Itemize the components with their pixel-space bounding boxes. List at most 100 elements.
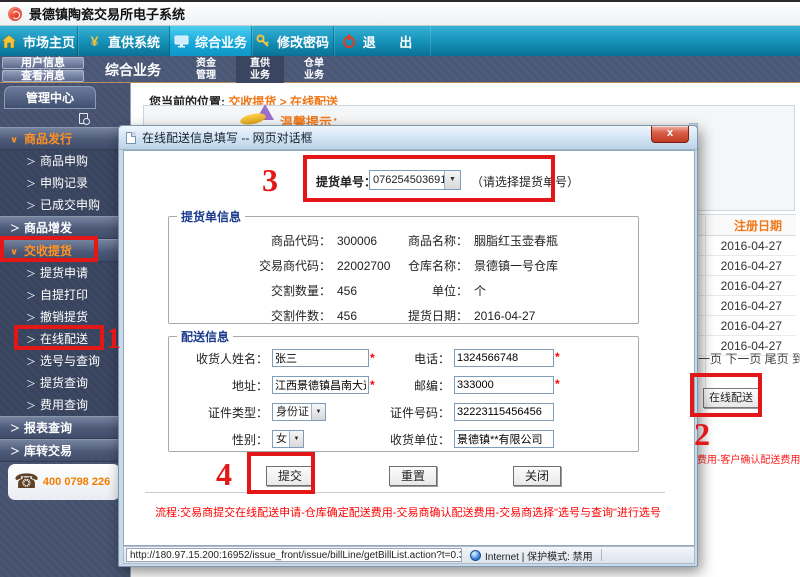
- sidebar-item-pickup-application[interactable]: ＞提货申请: [0, 262, 130, 284]
- consignee-company-input[interactable]: [454, 430, 554, 448]
- reset-button[interactable]: 重置: [389, 466, 437, 486]
- consignee-name-input[interactable]: [272, 349, 369, 367]
- field-label: 收货单位：: [384, 430, 450, 450]
- sidebar-item-fee-query[interactable]: ＞费用查询: [0, 394, 130, 416]
- delivery-info-fieldset: 配送信息 收货人姓名： * 电话： * 地址： * 邮编： * 证件类型： 身份…: [168, 328, 639, 452]
- dialog-title: 在线配送信息填写 -- 网页对话框: [142, 129, 313, 146]
- annotation-box-online-delivery-item: [14, 325, 104, 350]
- field-label: 单位：: [403, 281, 468, 302]
- hotline-number: 400 0798 226: [43, 476, 110, 488]
- yen-icon: ¥: [87, 34, 102, 49]
- sidebar-item-product-subscription[interactable]: ＞商品申购: [0, 150, 130, 172]
- nav-comprehensive-business[interactable]: 综合业务: [170, 26, 252, 56]
- app-title: 景德镇陶瓷交易所电子系统: [29, 4, 185, 23]
- field-value: 22002700: [331, 256, 403, 277]
- delivery-info-legend: 配送信息: [177, 328, 233, 345]
- user-info-button[interactable]: 用户信息: [2, 57, 84, 69]
- sidebar-group-report-query[interactable]: ＞报表查询: [0, 416, 130, 439]
- field-label: 证件类型：: [169, 403, 268, 423]
- field-label: 邮编：: [384, 376, 450, 396]
- id-number-field-wrap: [450, 403, 638, 423]
- consignee-company-field-wrap: [450, 430, 638, 450]
- annotation-number-2: 2: [694, 416, 710, 453]
- id-type-field-wrap: 身份证▼: [268, 403, 384, 423]
- field-value: 456: [331, 281, 403, 302]
- postcode-field-wrap: *: [450, 376, 638, 396]
- id-number-input[interactable]: [454, 403, 554, 421]
- nav-market-home[interactable]: 市场主页: [0, 26, 78, 56]
- postcode-input[interactable]: [454, 376, 554, 394]
- required-asterisk: *: [370, 351, 375, 365]
- sidebar-item-subscription-records[interactable]: ＞申购记录: [0, 172, 130, 194]
- bill-info-grid: 商品代码： 300006 商品名称： 胭脂红玉壶春瓶 交易商代码： 220027…: [169, 225, 638, 327]
- address-input[interactable]: [272, 376, 369, 394]
- gender-field-wrap: 女▼: [268, 430, 384, 450]
- annotation-number-1: 1: [106, 322, 121, 356]
- field-value: 2016-04-27: [468, 306, 638, 327]
- annotation-number-4: 4: [216, 456, 232, 493]
- sidebar-item-pickup-query[interactable]: ＞提货查询: [0, 372, 130, 394]
- field-label: 电话：: [384, 349, 450, 369]
- id-type-select[interactable]: 身份证▼: [272, 403, 326, 421]
- sidebar-group-warehouse-transfer-trade[interactable]: ＞库转交易: [0, 439, 130, 462]
- app-root: { "app": { "title": "景德镇陶瓷交易所电子系统" }, "c…: [0, 0, 800, 577]
- phone-field-wrap: *: [450, 349, 638, 369]
- field-value: 个: [468, 281, 638, 302]
- field-label: 交割件数：: [169, 306, 331, 327]
- view-messages-button[interactable]: 查看消息: [2, 70, 84, 82]
- close-button[interactable]: 关闭: [513, 466, 561, 486]
- sidebar-item-self-pickup-print[interactable]: ＞自提打印: [0, 284, 130, 306]
- power-icon: [342, 34, 357, 49]
- dialog-titlebar: 在线配送信息填写 -- 网页对话框: [119, 126, 697, 150]
- phone-input[interactable]: [454, 349, 554, 367]
- required-asterisk: *: [555, 350, 560, 364]
- sidebar-menu: ∨商品发行 ＞商品申购 ＞申购记录 ＞已成交申购 ＞商品增发 ∨交收提货 ＞提货…: [0, 127, 130, 462]
- tab-funds-management[interactable]: 资金管理: [182, 56, 230, 83]
- nav-logout[interactable]: 退 出: [334, 26, 430, 56]
- chevron-down-icon[interactable]: ▼: [311, 404, 325, 420]
- consignee-name-field-wrap: *: [268, 349, 384, 369]
- status-zone: Internet | 保护模式: 禁用: [485, 548, 593, 563]
- window-titlebar: 景德镇陶瓷交易所电子系统: [0, 0, 800, 26]
- field-label: 提货日期：: [403, 306, 468, 327]
- background-red-note: 费用-客户确认配送费用-查: [697, 451, 800, 466]
- phone-icon: ☎: [14, 472, 39, 492]
- divider: [601, 549, 602, 561]
- required-asterisk: *: [370, 378, 375, 392]
- sidebar-item-completed-subscriptions[interactable]: ＞已成交申购: [0, 194, 130, 216]
- dialog-statusbar: http://180.97.15.200:16952/issue_front/i…: [123, 546, 695, 564]
- annotation-number-3: 3: [262, 162, 278, 199]
- sidebar-header-management-center[interactable]: 管理中心: [4, 86, 96, 109]
- tab-warehouse-receipt-business[interactable]: 仓单业务: [290, 56, 338, 83]
- bill-info-fieldset: 提货单信息 商品代码： 300006 商品名称： 胭脂红玉壶春瓶 交易商代码： …: [168, 208, 639, 324]
- monitor-icon: [174, 34, 189, 49]
- home-icon: [2, 34, 17, 49]
- field-label: 交易商代码：: [169, 256, 331, 277]
- delivery-info-grid: 收货人姓名： * 电话： * 地址： * 邮编： * 证件类型： 身份证▼ 证件…: [169, 345, 638, 450]
- nav-direct-supply[interactable]: ¥ 直供系统: [78, 26, 170, 56]
- note-icon: [79, 113, 88, 124]
- globe-icon: [470, 550, 481, 561]
- address-field-wrap: *: [268, 376, 384, 396]
- status-url: http://180.97.15.200:16952/issue_front/i…: [126, 548, 462, 562]
- sidebar-group-product-issue[interactable]: ∨商品发行: [0, 127, 130, 150]
- field-label: 地址：: [169, 376, 268, 396]
- workflow-note: 流程:交易商提交在线配送申请-仓库确定配送费用-交易商确认配送费用-交易商选择"…: [119, 504, 697, 520]
- field-label: 仓库名称：: [403, 256, 468, 277]
- main-nav: 市场主页 ¥ 直供系统 综合业务 修改密码 退 出: [0, 26, 800, 56]
- field-value: 胭脂红玉壶春瓶: [468, 231, 638, 252]
- dialog-close-button[interactable]: x: [651, 126, 689, 143]
- field-label: 证件号码：: [384, 403, 450, 423]
- app-logo-icon: [8, 7, 22, 21]
- pagination[interactable]: 上一页 下一页 尾页 到 第: [686, 350, 800, 367]
- nav-change-password[interactable]: 修改密码: [252, 26, 334, 56]
- document-icon: [126, 132, 136, 144]
- chevron-down-icon[interactable]: ▼: [289, 431, 303, 447]
- tab-direct-supply-business[interactable]: 直供业务: [236, 56, 284, 83]
- sub-nav: 用户信息 查看消息 综合业务 资金管理 直供业务 仓单业务: [0, 56, 800, 83]
- gender-select[interactable]: 女▼: [272, 430, 304, 448]
- annotation-box-submit-button: [247, 452, 315, 494]
- key-icon: [256, 34, 271, 49]
- hotline-card: ☎ 400 0798 226: [8, 464, 120, 500]
- section-label: 综合业务: [105, 60, 175, 80]
